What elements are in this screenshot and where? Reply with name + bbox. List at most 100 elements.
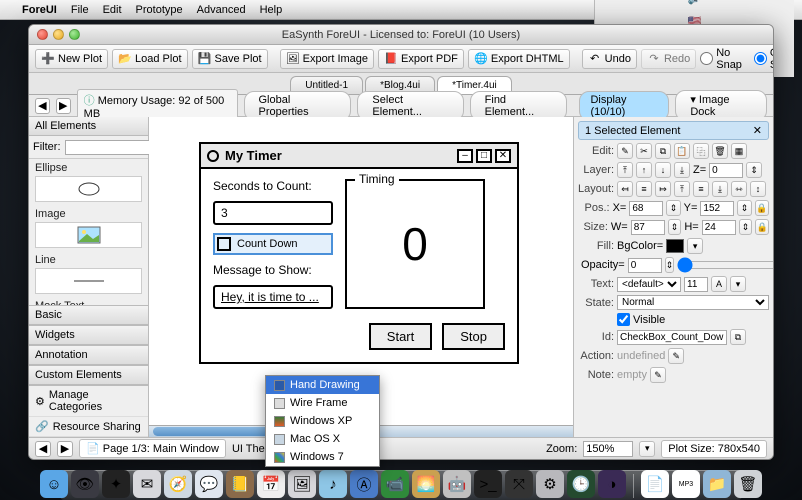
find-element-button[interactable]: Find Element... <box>470 91 568 121</box>
dock-settings[interactable]: ⚙ <box>536 470 564 498</box>
theme-option-windows-7[interactable]: Windows 7 <box>266 448 379 466</box>
opacity-input[interactable] <box>628 258 662 273</box>
dock-quicklook[interactable]: 👁 <box>71 470 99 498</box>
volume-icon[interactable]: 🔊 <box>688 0 702 5</box>
align-center-icon[interactable]: ≡ <box>636 181 652 197</box>
save-plot-button[interactable]: 💾Save Plot <box>192 49 268 69</box>
menu-advanced[interactable]: Advanced <box>197 4 246 16</box>
inspector-close-icon[interactable]: ✕ <box>753 124 762 137</box>
palette-item-line[interactable]: Line <box>29 251 148 297</box>
layer-down-icon[interactable]: ↓ <box>655 162 671 178</box>
edit-delete-icon[interactable]: 🗑 <box>712 143 728 159</box>
resource-sharing-button[interactable]: 🔗Resource Sharing <box>29 417 148 437</box>
z-stepper-icon[interactable]: ⇕ <box>746 162 762 178</box>
nav-prev-icon[interactable]: ◀ <box>35 98 50 114</box>
size-lock-icon[interactable]: 🔒 <box>755 219 769 235</box>
edit-paste-icon[interactable]: 📋 <box>674 143 690 159</box>
font-more-icon[interactable]: ▾ <box>730 276 746 292</box>
start-button[interactable]: Start <box>369 323 432 350</box>
dock-mail[interactable]: ✉ <box>133 470 161 498</box>
menu-edit[interactable]: Edit <box>103 4 122 16</box>
palette-item-mocktext[interactable]: Mock Text <box>29 297 148 305</box>
id-input[interactable] <box>617 330 727 345</box>
theme-option-wire-frame[interactable]: Wire Frame <box>266 394 379 412</box>
zoom-dropdown-icon[interactable]: ▾ <box>639 441 655 457</box>
message-input[interactable] <box>213 285 333 309</box>
layer-front-icon[interactable]: ⤒ <box>617 162 633 178</box>
display-badge[interactable]: Display (10/10) <box>579 91 669 121</box>
mock-close-icon[interactable]: ✕ <box>495 149 511 163</box>
distribute-h-icon[interactable]: ⇿ <box>731 181 747 197</box>
edit-pencil-icon[interactable]: ✎ <box>617 143 633 159</box>
bgcolor-dropdown-icon[interactable]: ▾ <box>687 238 703 254</box>
theme-option-hand-drawing[interactable]: Hand Drawing <box>266 376 379 394</box>
snap-none-radio[interactable]: No Snap <box>700 47 742 71</box>
export-pdf-button[interactable]: 📕Export PDF <box>378 49 464 69</box>
manage-categories-button[interactable]: ⚙Manage Categories <box>29 386 148 417</box>
visible-checkbox[interactable] <box>617 313 630 326</box>
dock-eclipse[interactable]: ◑ <box>598 470 626 498</box>
align-left-icon[interactable]: ⤆ <box>617 181 633 197</box>
menu-file[interactable]: File <box>71 4 89 16</box>
edit-more-icon[interactable]: ▦ <box>731 143 747 159</box>
x-stepper-icon[interactable]: ⇕ <box>666 200 680 216</box>
opacity-slider[interactable] <box>677 257 773 273</box>
countdown-checkbox[interactable]: Count Down <box>213 233 333 255</box>
page-indicator[interactable]: 📄 Page 1/3: Main Window <box>79 439 226 458</box>
note-edit-icon[interactable]: ✎ <box>650 367 666 383</box>
category-annotation[interactable]: Annotation <box>29 345 148 365</box>
theme-option-windows-xp[interactable]: Windows XP <box>266 412 379 430</box>
y-input[interactable] <box>700 201 734 216</box>
z-input[interactable] <box>709 163 743 178</box>
stop-button[interactable]: Stop <box>442 323 505 350</box>
undo-button[interactable]: ↶Undo <box>582 49 637 69</box>
export-image-button[interactable]: 🖼Export Image <box>280 49 374 69</box>
edit-duplicate-icon[interactable]: ⿻ <box>693 143 709 159</box>
dock-trash[interactable]: 🗑 <box>734 470 762 498</box>
palette-item-ellipse[interactable]: Ellipse <box>29 159 148 205</box>
category-widgets[interactable]: Widgets <box>29 325 148 345</box>
bgcolor-swatch[interactable] <box>666 239 684 253</box>
new-plot-button[interactable]: ➕New Plot <box>35 49 108 69</box>
w-stepper-icon[interactable]: ⇕ <box>668 219 682 235</box>
palette-item-image[interactable]: Image <box>29 205 148 251</box>
export-dhtml-button[interactable]: 🌐Export DHTML <box>468 49 570 69</box>
category-custom[interactable]: Custom Elements <box>29 365 148 385</box>
dock-terminal[interactable]: >_ <box>474 470 502 498</box>
dock-folder[interactable]: 📁 <box>703 470 731 498</box>
redo-button[interactable]: ↷Redo <box>641 49 696 69</box>
align-middle-icon[interactable]: ≡ <box>693 181 709 197</box>
dock-iphoto[interactable]: 🌅 <box>412 470 440 498</box>
id-copy-icon[interactable]: ⧉ <box>730 329 746 345</box>
page-prev-icon[interactable]: ◀ <box>35 441 51 457</box>
distribute-v-icon[interactable]: ↕ <box>750 181 766 197</box>
dock-appstore[interactable]: Ⓐ <box>350 470 378 498</box>
opacity-stepper-icon[interactable]: ⇕ <box>665 257 675 273</box>
dock-addressbook[interactable]: 📒 <box>226 470 254 498</box>
align-top-icon[interactable]: ⤒ <box>674 181 690 197</box>
x-input[interactable] <box>629 201 663 216</box>
snap-object-radio[interactable]: Object Snap <box>754 47 774 71</box>
pos-lock-icon[interactable]: 🔒 <box>755 200 769 216</box>
dock-itunes[interactable]: ♪ <box>319 470 347 498</box>
category-basic[interactable]: Basic <box>29 305 148 325</box>
mock-window-my-timer[interactable]: My Timer – □ ✕ Seconds to Count: Count D… <box>199 142 519 364</box>
edit-copy-icon[interactable]: ⧉ <box>655 143 671 159</box>
align-bottom-icon[interactable]: ⤓ <box>712 181 728 197</box>
w-input[interactable] <box>631 220 665 235</box>
action-edit-icon[interactable]: ✎ <box>668 348 684 364</box>
zoom-input[interactable] <box>583 441 633 457</box>
plot-size[interactable]: Plot Size: 780x540 <box>661 440 767 458</box>
edit-cut-icon[interactable]: ✂ <box>636 143 652 159</box>
mock-minimize-icon[interactable]: – <box>457 149 473 163</box>
dock-safari[interactable]: 🧭 <box>164 470 192 498</box>
align-right-icon[interactable]: ⤇ <box>655 181 671 197</box>
nav-next-icon[interactable]: ▶ <box>56 98 71 114</box>
dock-mp3[interactable]: MP3 <box>672 470 700 498</box>
app-name[interactable]: ForeUI <box>22 4 57 16</box>
dock-ical[interactable]: 📅 <box>257 470 285 498</box>
h-stepper-icon[interactable]: ⇕ <box>739 219 753 235</box>
page-next-icon[interactable]: ▶ <box>57 441 73 457</box>
fontsize-input[interactable] <box>684 277 708 292</box>
layer-up-icon[interactable]: ↑ <box>636 162 652 178</box>
